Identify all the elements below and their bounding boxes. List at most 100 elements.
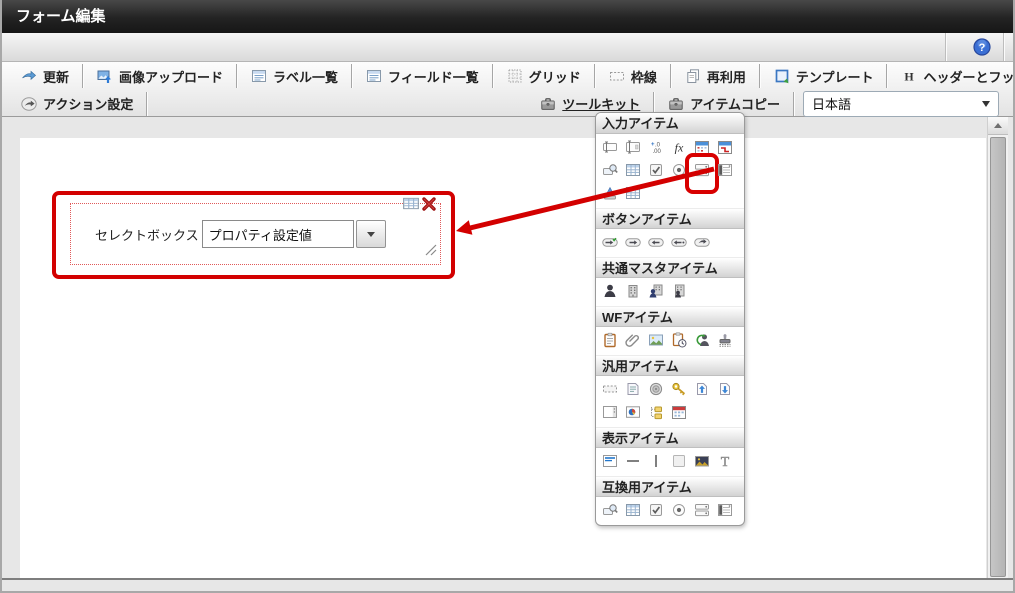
list-icon xyxy=(366,68,382,84)
stamp-up-icon[interactable] xyxy=(602,185,618,201)
update-arrow-icon xyxy=(21,68,37,84)
horizontal-line-icon[interactable] xyxy=(625,453,641,469)
blank-box-icon[interactable] xyxy=(671,453,687,469)
divider xyxy=(146,91,149,116)
select-box-value-input[interactable] xyxy=(201,220,354,248)
clipboard-icon[interactable] xyxy=(602,332,618,348)
border-button[interactable]: 枠線 xyxy=(598,64,668,88)
label-list-button[interactable]: ラベル一覧 xyxy=(240,64,349,88)
image-icon[interactable] xyxy=(648,332,664,348)
checkbox-icon[interactable] xyxy=(648,162,664,178)
button-label: 画像アップロード xyxy=(119,69,224,85)
scrollbar-thumb[interactable] xyxy=(990,137,1006,577)
organization-icon[interactable] xyxy=(625,283,641,299)
user-icon[interactable] xyxy=(602,283,618,299)
list-box-icon[interactable] xyxy=(717,502,733,518)
field-list-button[interactable]: フィールド一覧 xyxy=(355,64,490,88)
vertical-line-icon[interactable] xyxy=(648,453,664,469)
select-box-icon[interactable] xyxy=(685,153,719,194)
file-download-icon[interactable] xyxy=(717,381,733,397)
item-delete-button[interactable] xyxy=(421,196,437,217)
grid-table-icon[interactable] xyxy=(625,502,641,518)
button-label: グリッド xyxy=(528,69,581,85)
image-upload-icon xyxy=(97,68,113,84)
file-upload-icon[interactable] xyxy=(694,381,710,397)
letter-h-icon xyxy=(901,68,917,84)
action-arrow-icon xyxy=(21,96,37,112)
user-select-icon[interactable] xyxy=(648,283,664,299)
calendar-period-icon[interactable] xyxy=(717,139,733,155)
divider xyxy=(793,91,795,116)
dashed-rect-icon xyxy=(609,68,625,84)
btn-transfer-icon[interactable] xyxy=(694,234,710,250)
select-box-icon[interactable] xyxy=(694,502,710,518)
list-icon xyxy=(251,68,267,84)
text-field-icon[interactable] xyxy=(602,139,618,155)
vertical-scrollbar[interactable] xyxy=(987,117,1008,578)
picture-icon[interactable] xyxy=(694,453,710,469)
divider xyxy=(593,64,596,88)
toolkit-section-title: 汎用アイテム xyxy=(596,355,744,376)
split-panel-icon[interactable] xyxy=(602,404,618,420)
form-editor-window: フォーム編集 更新 画像アップロード ラベル一覧 フィールド一覧 グリッド 枠線… xyxy=(0,0,1015,593)
schedule-icon[interactable] xyxy=(671,404,687,420)
toolkit-icon-row xyxy=(596,229,744,257)
lookup-icon[interactable] xyxy=(602,502,618,518)
reuse-button[interactable]: 再利用 xyxy=(674,64,757,88)
scrollbar-up-button[interactable] xyxy=(988,117,1008,135)
image-upload-button[interactable]: 画像アップロード xyxy=(86,64,234,88)
language-select[interactable]: 日本語 xyxy=(803,90,999,117)
item-grid-button[interactable] xyxy=(402,196,420,217)
annotation-highlight-box: セレクトボックス xyxy=(52,191,455,279)
grid-table-icon[interactable] xyxy=(625,185,641,201)
stamp-icon[interactable] xyxy=(717,332,733,348)
attachment-icon[interactable] xyxy=(625,332,641,348)
select-box-form-item[interactable]: セレクトボックス xyxy=(70,203,441,265)
org-select-icon[interactable] xyxy=(671,283,687,299)
language-select-value: 日本語 xyxy=(812,97,852,112)
key-icon[interactable] xyxy=(671,381,687,397)
action-settings-button[interactable]: アクション設定 xyxy=(10,92,144,116)
coin-icon[interactable] xyxy=(648,381,664,397)
text-t-icon[interactable] xyxy=(717,453,733,469)
resize-handle[interactable] xyxy=(425,243,437,261)
toolbar: 更新 画像アップロード ラベル一覧 フィールド一覧 グリッド 枠線 再利用 テン… xyxy=(2,62,1013,117)
checkbox-icon[interactable] xyxy=(648,502,664,518)
history-icon[interactable] xyxy=(671,332,687,348)
grid-table-icon[interactable] xyxy=(625,162,641,178)
radio-icon[interactable] xyxy=(671,162,687,178)
function-icon[interactable] xyxy=(671,139,687,155)
update-button[interactable]: 更新 xyxy=(10,64,80,88)
toolkit-icon-row xyxy=(596,376,744,427)
resize-grip-icon xyxy=(425,244,437,256)
title-bar: フォーム編集 xyxy=(2,0,1013,33)
list-box-icon[interactable] xyxy=(717,162,733,178)
toolkit-section-title: 入力アイテム xyxy=(596,113,744,134)
lookup-icon[interactable] xyxy=(602,162,618,178)
grid-button[interactable]: グリッド xyxy=(496,64,592,88)
radio-icon[interactable] xyxy=(671,502,687,518)
header-footer-button[interactable]: ヘッダーとフッター xyxy=(890,64,1013,88)
form-canvas-page[interactable]: セレクトボックス xyxy=(20,138,986,578)
btn-back-icon[interactable] xyxy=(648,234,664,250)
calendar-icon[interactable] xyxy=(694,139,710,155)
btn-forward-check-icon[interactable] xyxy=(602,234,618,250)
help-button[interactable] xyxy=(973,38,991,56)
btn-forward-icon[interactable] xyxy=(625,234,641,250)
hidden-field-icon[interactable] xyxy=(602,381,618,397)
route-user-icon[interactable] xyxy=(694,332,710,348)
question-icon xyxy=(973,38,991,56)
template-button[interactable]: テンプレート xyxy=(763,64,885,88)
divider xyxy=(669,64,672,88)
toolbar-row-2: アクション設定 ツールキット アイテムコピー 日本語 xyxy=(2,90,1013,117)
btn-back-dot-icon[interactable] xyxy=(671,234,687,250)
number-icon[interactable] xyxy=(648,139,664,155)
chart-icon[interactable] xyxy=(625,404,641,420)
button-label: 再利用 xyxy=(706,69,746,85)
select-box-dropdown-button[interactable] xyxy=(355,220,386,248)
form-canvas-area: セレクトボックス xyxy=(2,117,1013,580)
rich-text-icon[interactable] xyxy=(625,381,641,397)
text-block-icon[interactable] xyxy=(602,453,618,469)
folder-tree-icon[interactable] xyxy=(648,404,664,420)
text-area-icon[interactable] xyxy=(625,139,641,155)
